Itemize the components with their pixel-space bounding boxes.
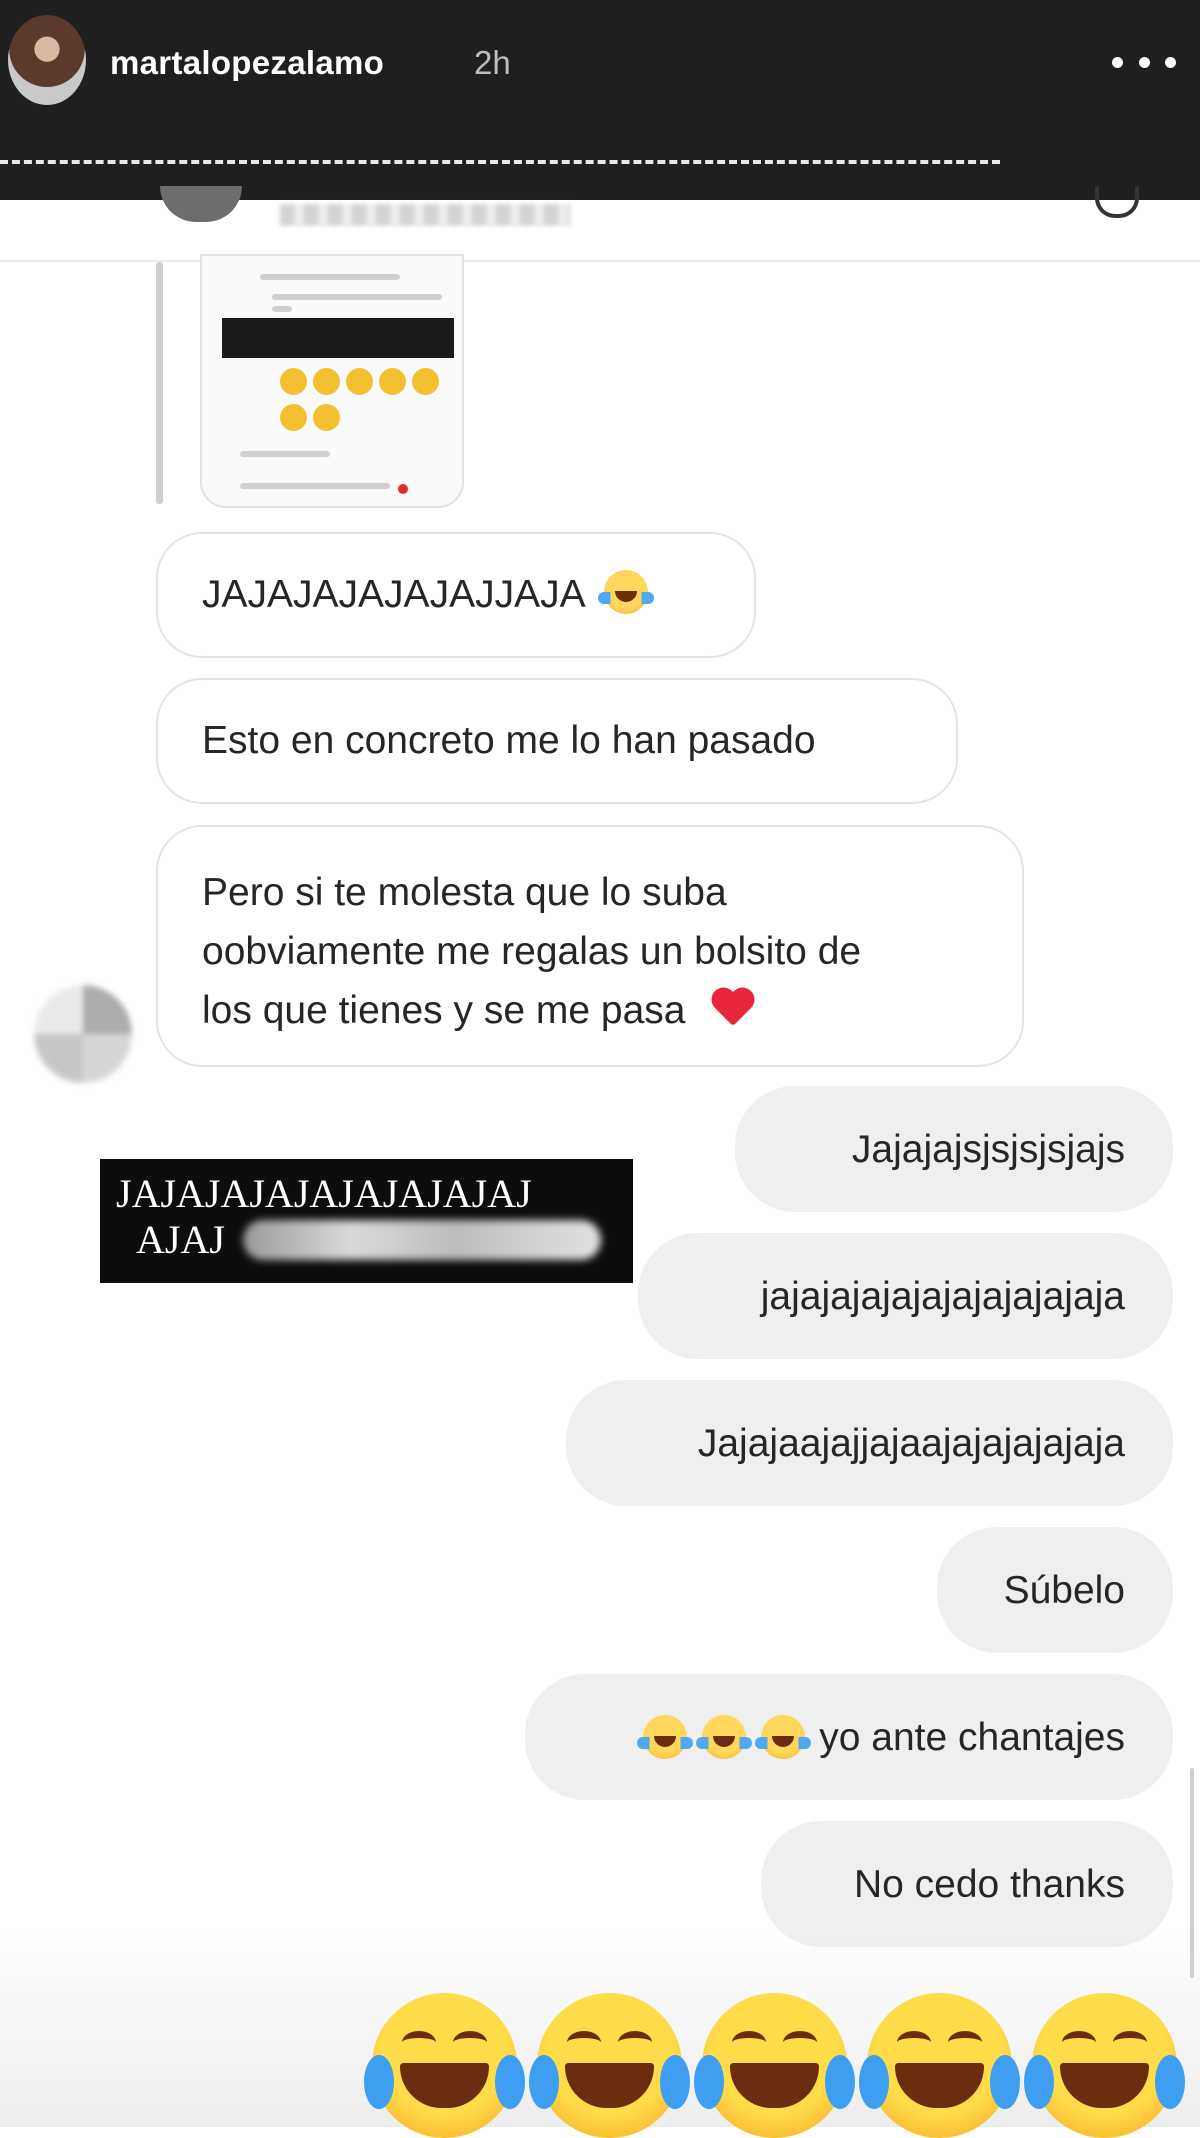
sticker-line: JAJAJAJAJAJAJAJAJAJ bbox=[116, 1171, 532, 1216]
face-with-tears-of-joy-icon bbox=[755, 1715, 812, 1759]
story-time: 2h bbox=[474, 44, 511, 81]
ellipsis-horizontal-icon[interactable] bbox=[1112, 52, 1176, 72]
message-text-line: Pero si te molesta que lo suba bbox=[202, 871, 727, 914]
outgoing-message[interactable]: Súbelo bbox=[937, 1527, 1173, 1653]
red-heart-icon bbox=[710, 989, 756, 1029]
outgoing-message[interactable]: Jajajaajajjajaajajajajajaja bbox=[566, 1380, 1173, 1506]
message-text: jajajajajajajajajajajaja bbox=[760, 1274, 1125, 1318]
sender-avatar-redacted[interactable] bbox=[34, 985, 132, 1083]
face-with-tears-of-joy-icon bbox=[529, 1993, 690, 2138]
message-text: yo ante chantajes bbox=[819, 1715, 1125, 1759]
shared-screenshot-thumbnail[interactable] bbox=[200, 254, 464, 508]
face-with-tears-of-joy-icon bbox=[637, 1715, 694, 1759]
reply-indicator bbox=[156, 262, 163, 504]
avatar[interactable] bbox=[8, 15, 86, 105]
message-text-line: oobviamente me regalas un bolsito de bbox=[202, 930, 862, 973]
message-text: JAJAJAJAJAJAJJAJA bbox=[202, 573, 584, 616]
face-with-tears-of-joy-icon bbox=[1024, 1993, 1185, 2138]
message-text: Jajajaajajjajaajajajajajaja bbox=[697, 1421, 1125, 1465]
outgoing-message[interactable]: No cedo thanks bbox=[761, 1821, 1173, 1947]
outgoing-message[interactable]: Jajajajsjsjsjsjajs bbox=[735, 1086, 1173, 1212]
incoming-message[interactable]: JAJAJAJAJAJAJJAJA bbox=[156, 532, 756, 658]
dm-contact-name-redacted bbox=[280, 204, 570, 226]
sticker-redacted-text bbox=[242, 1220, 601, 1260]
message-text: Jajajajsjsjsjsjajs bbox=[851, 1127, 1125, 1171]
incoming-message[interactable]: Pero si te molesta que lo suba oobviamen… bbox=[156, 825, 1024, 1067]
face-with-tears-of-joy-icon bbox=[598, 570, 655, 614]
story-username[interactable]: martalopezalamo bbox=[110, 44, 384, 82]
outgoing-message[interactable]: yo ante chantajes bbox=[525, 1674, 1173, 1800]
sticker-line: AJAJ bbox=[136, 1217, 225, 1262]
divider bbox=[0, 160, 1000, 164]
story-header: martalopezalamo 2h bbox=[0, 0, 1200, 200]
incoming-message[interactable]: Esto en concreto me lo han pasado bbox=[156, 678, 958, 804]
message-text-line: los que tienes y se me pasa bbox=[202, 989, 686, 1032]
message-text: No cedo thanks bbox=[853, 1862, 1125, 1906]
message-text: Esto en concreto me lo han pasado bbox=[202, 719, 816, 762]
emoji-sticker bbox=[364, 1993, 1185, 2138]
outgoing-message[interactable]: jajajajajajajajajajajaja bbox=[638, 1233, 1173, 1359]
face-with-tears-of-joy-icon bbox=[696, 1715, 753, 1759]
face-with-tears-of-joy-icon bbox=[859, 1993, 1020, 2138]
face-with-tears-of-joy-icon bbox=[694, 1993, 855, 2138]
message-text: Súbelo bbox=[1003, 1568, 1125, 1612]
face-with-tears-of-joy-icon bbox=[364, 1993, 525, 2138]
text-sticker: JAJAJAJAJAJAJAJAJAJ AJAJ bbox=[100, 1159, 633, 1283]
